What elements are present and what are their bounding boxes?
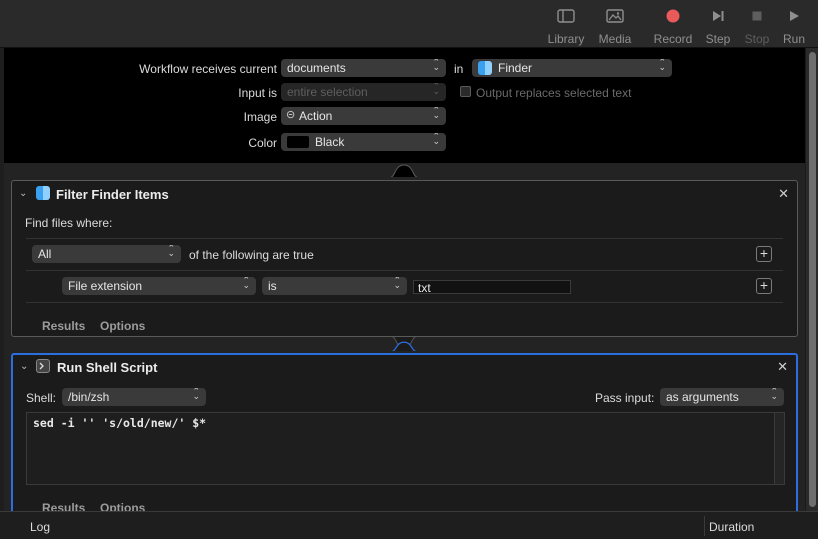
terminal-icon [36,359,50,373]
run-icon [781,8,807,28]
input-label: Input is [238,86,277,100]
log-bar: Log Duration [0,511,818,539]
connector-nub [391,164,417,177]
stop-label: Stop [744,32,770,46]
match-suffix-label: of the following are true [189,248,314,262]
run-label: Run [782,32,805,46]
run-shell-script-action[interactable]: ⌄ Run Shell Script ✕ Shell: /bin/zsh Pas… [11,353,798,511]
tab-options[interactable]: Options [100,501,145,511]
tab-results[interactable]: Results [42,501,85,511]
action-title: Run Shell Script [57,360,158,375]
finder-icon [36,186,50,200]
library-label: Library [547,32,585,46]
media-button[interactable]: Media [596,6,634,46]
column-divider [704,516,705,536]
stop-icon [743,8,771,28]
app-select-value: Finder [498,61,533,75]
match-select[interactable]: All [32,245,181,263]
connector-nub [392,337,416,351]
shell-label: Shell: [26,391,57,405]
workflow-header: Workflow receives current documents in F… [4,48,805,163]
script-text: sed -i '' 's/old/new/' $* [33,416,207,430]
workflow-scrollbar[interactable] [805,48,818,511]
criteria-value-input[interactable]: txt [413,280,571,294]
divider [26,302,783,303]
script-scrollbar[interactable] [774,413,784,484]
stop-button[interactable]: Stop [743,6,771,46]
image-select[interactable]: ⊝ Action [281,107,446,125]
receives-label: Workflow receives current [139,62,277,76]
run-button[interactable]: Run [781,6,807,46]
log-column-header[interactable]: Log [30,520,50,534]
action-gear-icon: ⊝ [286,109,296,121]
toolbar: Library Media Record Step Stop Run [0,0,818,48]
record-icon [652,8,694,28]
script-editor[interactable]: sed -i '' 's/old/new/' $* [26,412,785,485]
color-select-value: Black [315,135,345,149]
disclosure-chevron-icon[interactable]: ⌄ [19,188,27,199]
receives-select[interactable]: documents [281,59,446,77]
filter-finder-items-action[interactable]: ⌄ Filter Finder Items ✕ Find files where… [11,180,798,337]
disclosure-chevron-icon[interactable]: ⌄ [20,361,28,372]
criteria-field-select[interactable]: File extension [62,277,256,295]
record-button[interactable]: Record [652,6,694,46]
app-select[interactable]: Finder [472,59,672,77]
output-replaces-checkbox[interactable] [460,86,471,97]
workflow-pane: Workflow receives current documents in F… [4,48,805,511]
step-button[interactable]: Step [704,6,732,46]
library-icon [546,8,586,28]
finder-icon [478,61,492,75]
scrollbar-thumb[interactable] [809,52,816,507]
pass-input-label: Pass input: [595,391,655,405]
output-replaces-label: Output replaces selected text [476,86,632,100]
tab-results[interactable]: Results [42,319,85,333]
close-icon[interactable]: ✕ [778,186,789,202]
shell-select[interactable]: /bin/zsh [62,388,206,406]
add-criteria-button[interactable]: + [756,278,772,294]
find-files-label: Find files where: [25,216,113,230]
duration-column-header[interactable]: Duration [709,520,754,534]
pass-input-select[interactable]: as arguments [660,388,784,406]
image-label: Image [243,110,277,124]
close-icon[interactable]: ✕ [777,359,788,375]
criteria-operator-select[interactable]: is [262,277,407,295]
media-icon [596,8,634,28]
color-swatch [287,136,309,148]
media-label: Media [598,32,632,46]
divider [26,238,783,239]
library-button[interactable]: Library [546,6,586,46]
record-label: Record [653,32,693,46]
image-select-value: Action [299,109,333,123]
color-label: Color [248,136,277,150]
input-select[interactable]: entire selection [281,83,446,101]
action-title: Filter Finder Items [56,187,169,202]
add-rule-button[interactable]: + [756,246,772,262]
in-label: in [454,62,464,76]
step-label: Step [705,32,731,46]
divider [26,270,783,271]
color-select[interactable]: Black [281,133,446,151]
step-icon [704,8,732,28]
tab-options[interactable]: Options [100,319,145,333]
